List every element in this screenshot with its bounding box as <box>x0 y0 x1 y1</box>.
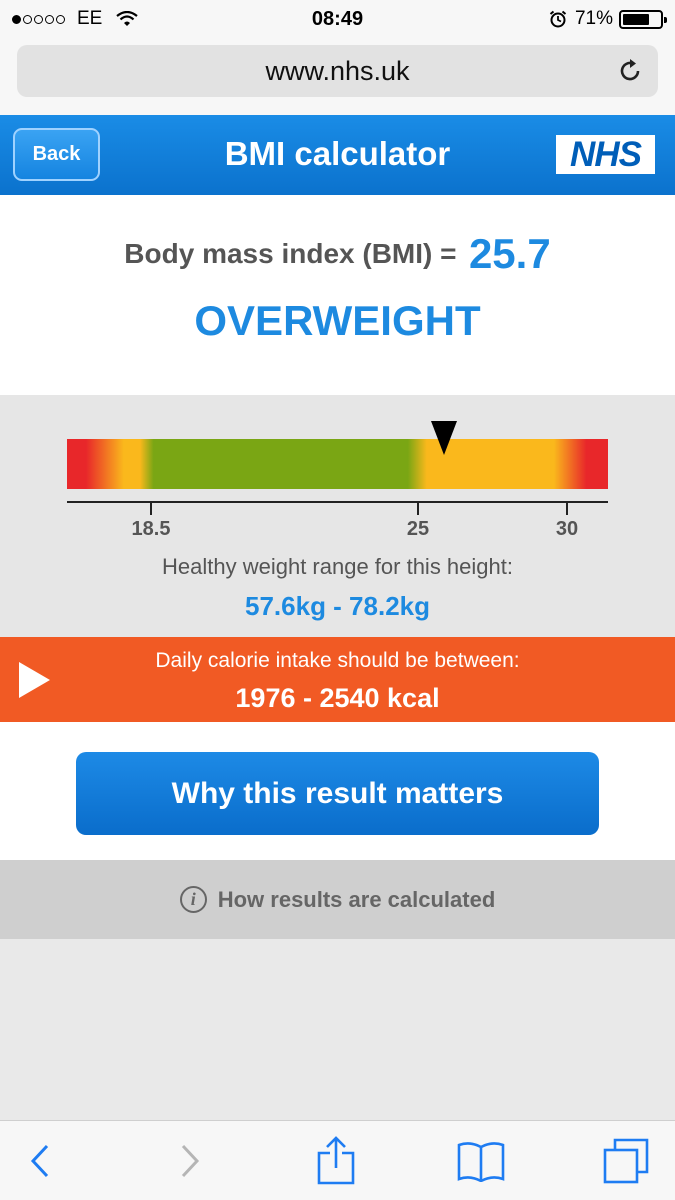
carrier-name: EE <box>77 8 103 29</box>
nhs-logo-text: NHS <box>570 134 642 174</box>
healthy-range-value: 57.6kg - 78.2kg <box>245 591 430 621</box>
result-panel: Body mass index (BMI) = 25.7 OVERWEIGHT <box>0 195 675 395</box>
battery-icon <box>619 9 667 29</box>
calorie-range: 1976 - 2540 kcal <box>235 683 440 713</box>
share-icon <box>317 1136 355 1185</box>
chevron-left-icon <box>30 1144 49 1178</box>
tabs-icon <box>603 1138 649 1184</box>
why-result-matters-button[interactable]: Why this result matters <box>76 752 599 835</box>
how-results-calculated-link[interactable]: i How results are calculated <box>0 860 675 939</box>
healthy-range-label: Healthy weight range for this height: <box>162 554 513 579</box>
browser-forward-button[interactable] <box>160 1121 220 1200</box>
chevron-right-icon <box>181 1144 200 1178</box>
browser-chrome: www.nhs.uk <box>0 40 675 115</box>
book-icon <box>457 1142 505 1182</box>
calorie-label: Daily calorie intake should be between: <box>155 649 520 672</box>
bookmarks-button[interactable] <box>451 1121 511 1200</box>
bmi-label: Body mass index (BMI) = <box>124 238 457 269</box>
tick-label-30: 30 <box>555 518 579 540</box>
status-right: 71% <box>549 8 667 30</box>
bmi-scale-bar <box>67 439 608 489</box>
browser-toolbar <box>0 1120 675 1200</box>
alarm-icon <box>549 10 567 28</box>
wifi-icon <box>116 11 139 26</box>
reload-icon[interactable] <box>616 57 644 85</box>
bmi-category: OVERWEIGHT <box>194 297 481 344</box>
bmi-scale <box>67 421 608 515</box>
back-button[interactable]: Back <box>13 128 100 181</box>
share-button[interactable] <box>306 1121 366 1200</box>
nhs-logo: NHS <box>556 135 655 174</box>
tick-label-25: 25 <box>406 518 430 540</box>
status-bar: EE 08:49 71% <box>0 0 675 40</box>
address-bar[interactable]: www.nhs.uk <box>17 45 658 97</box>
calorie-panel[interactable]: Daily calorie intake should be between: … <box>0 637 675 722</box>
status-left: EE <box>12 8 139 30</box>
signal-strength-icon <box>12 14 67 24</box>
info-icon: i <box>179 886 207 913</box>
action-area: Why this result matters <box>0 722 675 860</box>
bmi-scale-section: 18.5 25 30 Healthy weight range for this… <box>0 395 675 637</box>
url-text: www.nhs.uk <box>265 55 410 86</box>
battery-percent: 71% <box>574 8 613 29</box>
app-header: Back BMI calculator NHS <box>0 115 675 195</box>
how-results-label: How results are calculated <box>217 886 496 912</box>
browser-back-button[interactable] <box>10 1121 70 1200</box>
bmi-value: 25.7 <box>468 230 551 277</box>
bmi-result: Body mass index (BMI) = 25.7 <box>0 230 675 278</box>
tick-label-18-5: 18.5 <box>131 518 171 540</box>
tabs-button[interactable] <box>596 1121 656 1200</box>
